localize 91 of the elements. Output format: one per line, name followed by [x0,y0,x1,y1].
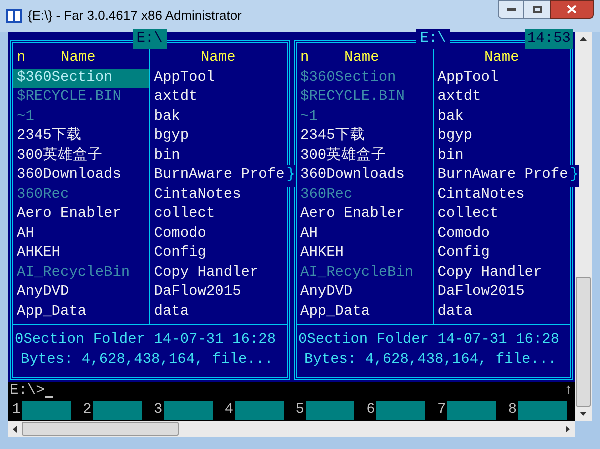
file-name[interactable]: 360Downloads [13,166,126,186]
file-name[interactable]: bak [150,108,184,127]
file-name[interactable]: $360Section [296,68,400,88]
file-name[interactable]: Aero Enabler [13,205,126,224]
file-name[interactable]: AnyDVD [296,283,357,302]
file-name[interactable]: 360Rec [296,186,357,205]
key-number: 2 [82,400,93,420]
file-name[interactable]: BurnAware Profe [150,166,289,186]
file-name[interactable]: 2345下载 [296,127,370,146]
column-heading[interactable]: Name [344,48,380,70]
file-name[interactable]: AI_RecycleBin [13,264,134,283]
file-info: 0Section Folder 14-07-31 16:28 [14,331,278,350]
file-name[interactable]: CintaNotes [150,186,246,205]
file-name[interactable]: BurnAware Profe [434,166,572,186]
file-name[interactable]: App_Data [13,302,91,322]
column-heading[interactable]: Name [200,48,236,70]
file-name[interactable]: bgyp [150,127,194,146]
maximize-button[interactable] [524,0,550,19]
file-name[interactable]: bgyp [434,127,477,146]
scrollbar-thumb[interactable] [576,277,591,407]
file-name[interactable]: Copy Handler [434,264,546,283]
file-name[interactable]: bak [434,108,468,127]
close-button[interactable] [550,0,594,19]
file-name[interactable]: $RECYCLE.BIN [296,88,409,108]
horizontal-scrollbar[interactable] [8,421,575,437]
key-number: 3 [153,400,164,420]
file-name[interactable]: data [434,302,477,322]
minimize-button[interactable] [498,0,524,19]
scroll-up-icon[interactable] [580,37,587,41]
close-icon [567,5,577,14]
file-name[interactable]: bin [434,146,468,166]
file-name[interactable]: ~1 [296,108,322,127]
file-name[interactable]: CintaNotes [434,186,529,205]
file-name[interactable]: AppTool [434,68,503,88]
file-name[interactable]: Config [150,244,210,264]
clock: 14:53 [525,29,573,49]
file-name[interactable]: AH [296,224,322,244]
key-number: 6 [366,400,376,420]
file-name[interactable]: $RECYCLE.BIN [13,88,126,108]
column-heading[interactable]: Name [484,48,520,70]
scroll-right-icon[interactable] [566,426,570,432]
file-name[interactable]: ~1 [13,108,38,127]
file-name[interactable]: axtdt [434,88,486,108]
file-name[interactable]: 360Rec [13,186,74,205]
file-name[interactable]: $360Section [13,68,150,88]
file-name[interactable]: AH [13,224,38,244]
key-number: 5 [294,400,306,420]
panel-title: E:\ [132,29,167,49]
file-name[interactable]: AppTool [150,68,220,88]
app-icon [6,9,22,23]
disk-summary: Bytes: 4,628,438,164, file... [304,350,558,370]
file-name[interactable]: Comodo [150,224,210,244]
file-name[interactable]: collect [150,205,220,224]
file-name[interactable]: bin [150,146,184,166]
overflow-mark: } [286,164,296,187]
key-number: 4 [224,400,235,420]
file-name[interactable]: 300英雄盒子 [296,146,391,166]
key-button[interactable] [306,401,354,420]
command-prompt: E:\> [10,382,45,401]
column-heading[interactable]: Name [61,48,96,70]
file-name[interactable]: 2345下载 [13,127,86,146]
file-info: 0Section Folder 14-07-31 16:28 [298,331,561,350]
file-name[interactable]: DaFlow2015 [434,283,529,302]
window-title: {E:\} - Far 3.0.4617 x86 Administrator [28,7,242,26]
file-name[interactable]: Comodo [434,224,494,244]
file-name[interactable]: collect [434,205,503,224]
sort-mark: n [17,48,27,68]
file-name[interactable]: AHKEH [296,244,348,264]
scrollbar-thumb[interactable] [22,422,179,436]
file-name[interactable]: AnyDVD [13,283,74,302]
file-name[interactable]: data [150,302,194,322]
key-number: 7 [436,400,448,420]
file-name[interactable]: AI_RecycleBin [296,264,418,283]
scroll-down-icon[interactable] [580,412,587,416]
key-number: 1 [11,400,22,420]
disk-summary: Bytes: 4,628,438,164, file... [20,350,274,370]
file-name[interactable]: Config [434,244,494,264]
text-cursor [44,396,53,398]
file-name[interactable]: 300英雄盒子 [13,146,108,166]
sort-mark: n [300,48,310,68]
file-name[interactable]: 360Downloads [296,166,409,186]
history-mark: ↑ [564,382,573,401]
file-name[interactable]: Copy Handler [150,264,263,283]
key-number: 8 [507,400,518,420]
file-name[interactable]: axtdt [150,88,202,108]
overflow-mark: } [570,164,579,187]
file-name[interactable]: AHKEH [13,244,65,264]
file-name[interactable]: Aero Enabler [296,205,409,224]
scroll-left-icon[interactable] [13,426,17,432]
file-name[interactable]: App_Data [296,302,374,322]
file-name[interactable]: DaFlow2015 [150,283,246,302]
